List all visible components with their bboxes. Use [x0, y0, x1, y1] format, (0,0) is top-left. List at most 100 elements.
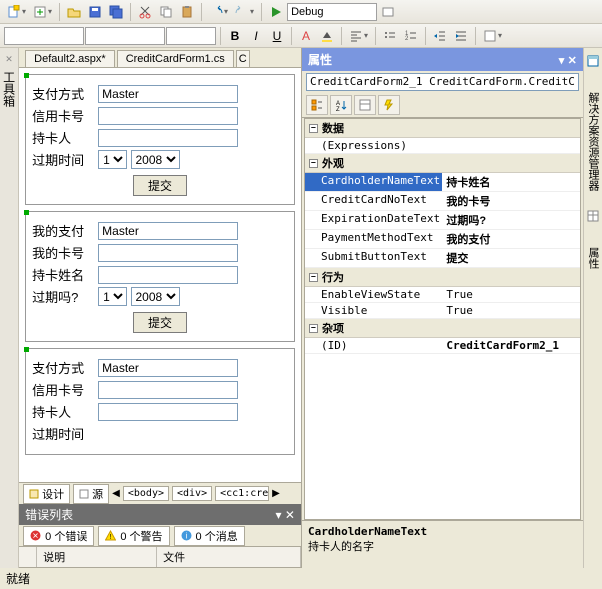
find-button[interactable]	[378, 2, 398, 22]
solution-explorer-tab[interactable]: 解决方案资源管理器	[585, 92, 601, 191]
select-month[interactable]: 1	[98, 287, 127, 306]
prop-enableviewstate[interactable]: EnableViewStateTrue	[305, 287, 580, 303]
input-method[interactable]	[98, 359, 238, 377]
toolbox-grip-icon[interactable]: ✕	[5, 54, 13, 65]
design-surface[interactable]: 支付方式 信用卡号 持卡人 过期时间 1 2008 提交 我的支付 我的卡号 持…	[19, 68, 301, 482]
indent-button[interactable]	[451, 26, 471, 46]
run-button[interactable]	[266, 2, 286, 22]
tab-creditcardform1[interactable]: CreditCardForm1.cs	[117, 50, 234, 67]
select-month[interactable]: 1	[98, 150, 127, 169]
col-file[interactable]: 文件	[157, 547, 301, 567]
prop-expirationdatetext[interactable]: ExpirationDateText过期吗?	[305, 211, 580, 230]
prop-creditcardnotext[interactable]: CreditCardNoText我的卡号	[305, 192, 580, 211]
prop-expressions[interactable]: (Expressions)	[305, 138, 580, 154]
prop-visible[interactable]: VisibleTrue	[305, 303, 580, 319]
style-button[interactable]: ▾	[480, 26, 505, 46]
numbering-button[interactable]: 12	[401, 26, 421, 46]
credit-card-form-2[interactable]: 我的支付 我的卡号 持卡姓名 过期吗? 1 2008 提交	[25, 211, 295, 342]
input-holder[interactable]	[98, 403, 238, 421]
italic-button[interactable]: I	[246, 26, 266, 46]
source-mode-button[interactable]: 源	[73, 484, 109, 504]
input-holder[interactable]	[98, 129, 238, 147]
breadcrumb-cc1[interactable]: <cc1:cre	[215, 486, 269, 501]
panel-close-icon[interactable]: ✕	[568, 55, 577, 67]
font-dropdown[interactable]	[166, 27, 216, 45]
label-method: 我的支付	[32, 221, 98, 240]
cut-button[interactable]	[135, 2, 155, 22]
svg-text:!: !	[110, 534, 112, 541]
col-description[interactable]: 说明	[37, 547, 157, 567]
tab-default2[interactable]: Default2.aspx*	[25, 50, 115, 67]
class-dropdown[interactable]	[85, 27, 165, 45]
properties-rail-icon[interactable]	[586, 209, 600, 223]
right-rail: 解决方案资源管理器 属性	[583, 48, 602, 568]
input-cardno[interactable]	[98, 244, 238, 262]
backcolor-button[interactable]	[317, 26, 337, 46]
redo-button[interactable]: ▾	[232, 2, 257, 22]
input-cardno[interactable]	[98, 107, 238, 125]
properties-title: 属性 ▾ ✕	[302, 48, 583, 71]
select-year[interactable]: 2008	[131, 150, 180, 169]
input-method[interactable]	[98, 85, 238, 103]
open-button[interactable]	[64, 2, 84, 22]
error-list-tabs: ✕0 个错误 !0 个警告 i0 个消息	[19, 525, 301, 547]
config-dropdown[interactable]	[287, 3, 377, 21]
crumb-next[interactable]: ▶	[272, 488, 280, 499]
underline-button[interactable]: U	[267, 26, 287, 46]
paste-button[interactable]	[177, 2, 197, 22]
input-holder[interactable]	[98, 266, 238, 284]
forecolor-button[interactable]: A	[296, 26, 316, 46]
submit-button[interactable]: 提交	[133, 312, 187, 333]
breadcrumb-body[interactable]: <body>	[123, 486, 169, 501]
credit-card-form-1[interactable]: 支付方式 信用卡号 持卡人 过期时间 1 2008 提交	[25, 74, 295, 205]
document-tabs: Default2.aspx* CreditCardForm1.cs C	[19, 48, 301, 68]
error-list-options-icon[interactable]: ▾ ✕	[276, 508, 295, 522]
new-item-button[interactable]: ▾	[4, 2, 29, 22]
credit-card-form-3[interactable]: 支付方式 信用卡号 持卡人 过期时间	[25, 348, 295, 455]
undo-button[interactable]: ▾	[206, 2, 231, 22]
property-grid[interactable]: −数据 (Expressions) −外观 CardholderNameText…	[304, 118, 581, 520]
input-method[interactable]	[98, 222, 238, 240]
cat-data[interactable]: −数据	[305, 119, 580, 138]
prop-id[interactable]: (ID)CreditCardForm2_1	[305, 338, 580, 354]
properties-button[interactable]	[354, 95, 376, 115]
label-cardno: 信用卡号	[32, 106, 98, 125]
tab-overflow[interactable]: C	[236, 50, 250, 67]
label-expire: 过期吗?	[32, 287, 98, 306]
align-left-button[interactable]: ▾	[346, 26, 371, 46]
input-cardno[interactable]	[98, 381, 238, 399]
object-selector[interactable]: CreditCardForm2_1 CreditCardForm.CreditC	[302, 71, 583, 93]
outdent-button[interactable]	[430, 26, 450, 46]
save-all-button[interactable]	[106, 2, 126, 22]
add-item-button[interactable]: ▾	[30, 2, 55, 22]
messages-tab[interactable]: i0 个消息	[174, 526, 245, 546]
panel-dropdown-icon[interactable]: ▾	[559, 55, 565, 67]
warnings-tab[interactable]: !0 个警告	[98, 526, 169, 546]
prop-paymentmethodtext[interactable]: PaymentMethodText我的支付	[305, 230, 580, 249]
bullets-button[interactable]	[380, 26, 400, 46]
submit-button[interactable]: 提交	[133, 175, 187, 196]
designer-column: Default2.aspx* CreditCardForm1.cs C 支付方式…	[19, 48, 302, 568]
select-year[interactable]: 2008	[131, 287, 180, 306]
design-mode-button[interactable]: 设计	[23, 484, 70, 504]
bold-button[interactable]: B	[225, 26, 245, 46]
categorized-button[interactable]	[306, 95, 328, 115]
format-toolbar: B I U A ▾ 12 ▾	[0, 24, 602, 48]
cat-appearance[interactable]: −外观	[305, 154, 580, 173]
solution-explorer-icon[interactable]	[586, 54, 600, 68]
toolbox-tab[interactable]: 工具箱	[1, 71, 18, 107]
errors-tab[interactable]: ✕0 个错误	[23, 526, 94, 546]
prop-cardholdernametext[interactable]: CardholderNameText持卡姓名	[305, 173, 580, 192]
prop-submitbuttontext[interactable]: SubmitButtonText提交	[305, 249, 580, 268]
events-button[interactable]	[378, 95, 400, 115]
label-holder: 持卡人	[32, 402, 98, 421]
cat-misc[interactable]: −杂项	[305, 319, 580, 338]
properties-rail-tab[interactable]: 属性	[585, 247, 601, 269]
alphabetical-button[interactable]: AZ	[330, 95, 352, 115]
breadcrumb-div[interactable]: <div>	[172, 486, 212, 501]
save-button[interactable]	[85, 2, 105, 22]
copy-button[interactable]	[156, 2, 176, 22]
crumb-prev[interactable]: ◀	[112, 488, 120, 499]
element-dropdown[interactable]	[4, 27, 84, 45]
cat-behavior[interactable]: −行为	[305, 268, 580, 287]
